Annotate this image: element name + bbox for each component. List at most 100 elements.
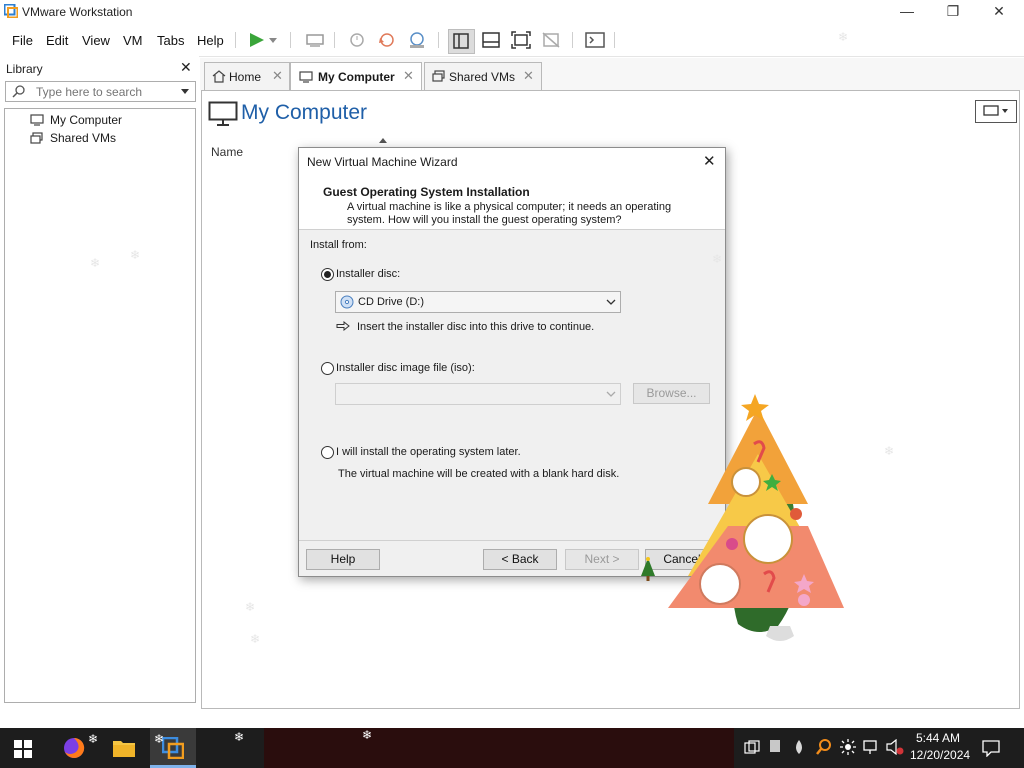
window-title-bar: VMware Workstation — ❐ ✕ [0, 0, 1024, 24]
tree-item-shared-vms[interactable]: Shared VMs [9, 130, 189, 146]
chevron-down-icon[interactable] [180, 88, 190, 96]
toolbar-separator [438, 32, 439, 48]
network-icon[interactable] [862, 739, 880, 755]
toolbar-separator [290, 32, 291, 48]
snapshot-manager-icon[interactable] [406, 30, 428, 50]
tab-label: My Computer [318, 70, 395, 84]
toolbar-separator [614, 32, 615, 48]
clock-time[interactable]: 5:44 AM [916, 731, 960, 745]
computer-icon [299, 71, 313, 83]
page-title: My Computer [241, 101, 368, 124]
revert-snapshot-icon[interactable] [376, 30, 398, 50]
view-options-icon [983, 105, 1008, 116]
snapshot-icon[interactable] [346, 30, 368, 50]
search-tray-icon[interactable] [816, 738, 832, 756]
vmware-logo-icon [162, 737, 184, 759]
maximize-button[interactable]: ❐ [930, 0, 976, 24]
install-later-label[interactable]: I will install the operating system late… [336, 446, 521, 458]
minimize-button[interactable]: — [884, 0, 930, 24]
menu-file[interactable]: File [12, 33, 33, 48]
menu-view[interactable]: View [82, 33, 110, 48]
christmas-tree-decoration [668, 394, 844, 641]
iso-image-radio[interactable] [321, 362, 334, 375]
installer-disc-label[interactable]: Installer disc: [336, 268, 400, 280]
snowflake-icon: ❄ [90, 256, 101, 270]
dialog-title-bar: New Virtual Machine Wizard ✕ [299, 148, 725, 175]
library-toggle-button[interactable] [448, 29, 475, 54]
toolbar-separator [572, 32, 573, 48]
snowflake-icon: ❄ [884, 444, 895, 458]
file-explorer-icon[interactable] [112, 737, 136, 759]
close-window-button[interactable]: ✕ [976, 0, 1022, 24]
clock-date[interactable]: 12/20/2024 [910, 748, 970, 762]
power-on-icon[interactable] [246, 30, 268, 50]
cd-drive-select[interactable]: CD Drive (D:) [335, 291, 621, 313]
menu-edit[interactable]: Edit [46, 33, 68, 48]
send-keys-icon[interactable] [304, 30, 326, 50]
menu-tabs[interactable]: Tabs [157, 33, 184, 48]
column-header-name[interactable]: Name [211, 145, 243, 159]
tab-label: Home [229, 70, 262, 84]
snowflake-icon: ❄ [838, 30, 849, 44]
windows-start-icon[interactable] [14, 740, 32, 758]
tree-item-label: Shared VMs [50, 131, 117, 145]
sort-arrow-icon [379, 138, 387, 143]
volume-muted-icon[interactable] [886, 739, 904, 755]
cd-drive-icon [340, 295, 354, 309]
close-tab-icon[interactable]: ✕ [523, 68, 534, 84]
dialog-description-line1: A virtual machine is like a physical com… [347, 201, 672, 213]
snowflake-icon: ❄ [250, 632, 261, 646]
dialog-heading: Guest Operating System Installation [323, 185, 530, 199]
tab-shared-vms[interactable]: Shared VMs ✕ [424, 62, 542, 90]
computer-icon [30, 114, 44, 126]
firefox-icon[interactable] [62, 736, 86, 760]
iso-path-combobox[interactable] [335, 383, 621, 405]
tab-home[interactable]: Home ✕ [204, 62, 290, 90]
tree-item-my-computer[interactable]: My Computer [9, 112, 189, 128]
water-drop-icon[interactable] [792, 739, 806, 755]
dialog-close-button[interactable]: ✕ [703, 152, 716, 170]
thumbnail-bar-icon[interactable] [480, 30, 502, 50]
help-button[interactable]: Help [306, 549, 380, 570]
dialog-header: Guest Operating System Installation A vi… [299, 175, 725, 230]
search-input[interactable] [34, 83, 178, 100]
tab-my-computer[interactable]: My Computer ✕ [290, 62, 422, 91]
install-later-hint: The virtual machine will be created with… [338, 468, 620, 480]
iso-image-label[interactable]: Installer disc image file (iso): [336, 362, 475, 374]
dialog-divider [299, 540, 725, 541]
cd-drive-value: CD Drive (D:) [358, 296, 424, 308]
task-view-icon[interactable] [744, 740, 760, 756]
library-title: Library [6, 62, 43, 76]
library-tree: My Computer Shared VMs [4, 108, 196, 703]
unity-icon[interactable] [540, 30, 562, 50]
small-tree-icon [641, 557, 655, 581]
library-search-box[interactable] [5, 81, 196, 102]
window-title: VMware Workstation [22, 5, 133, 19]
vmware-logo-icon [4, 4, 18, 18]
close-tab-icon[interactable]: ✕ [403, 68, 414, 84]
back-button[interactable]: < Back [483, 549, 557, 570]
menu-bar: File Edit View VM Tabs Help [0, 24, 1024, 57]
snowflake-icon: ❄ [712, 252, 723, 266]
menu-help[interactable]: Help [197, 33, 224, 48]
tree-item-label: My Computer [50, 113, 123, 127]
install-later-radio[interactable] [321, 446, 334, 459]
brightness-icon[interactable] [840, 739, 856, 755]
dialog-description-line2: system. How will you install the guest o… [347, 214, 622, 226]
close-library-button[interactable]: ✕ [180, 59, 192, 76]
installer-disc-radio[interactable] [321, 268, 334, 281]
menu-vm[interactable]: VM [123, 33, 143, 48]
view-options-button[interactable] [975, 100, 1017, 123]
tray-app-icon[interactable] [768, 738, 782, 754]
snowflake-icon: ❄ [234, 730, 245, 744]
next-button[interactable]: Next > [565, 549, 639, 570]
snowflake-icon: ❄ [88, 732, 99, 746]
install-from-label: Install from: [310, 239, 367, 251]
close-tab-icon[interactable]: ✕ [272, 68, 283, 84]
full-screen-icon[interactable] [510, 30, 532, 50]
power-dropdown-icon[interactable] [266, 30, 280, 50]
notifications-icon[interactable] [982, 739, 1000, 757]
tab-label: Shared VMs [449, 70, 516, 84]
console-view-icon[interactable] [584, 30, 606, 50]
snowflake-icon: ❄ [154, 732, 165, 746]
